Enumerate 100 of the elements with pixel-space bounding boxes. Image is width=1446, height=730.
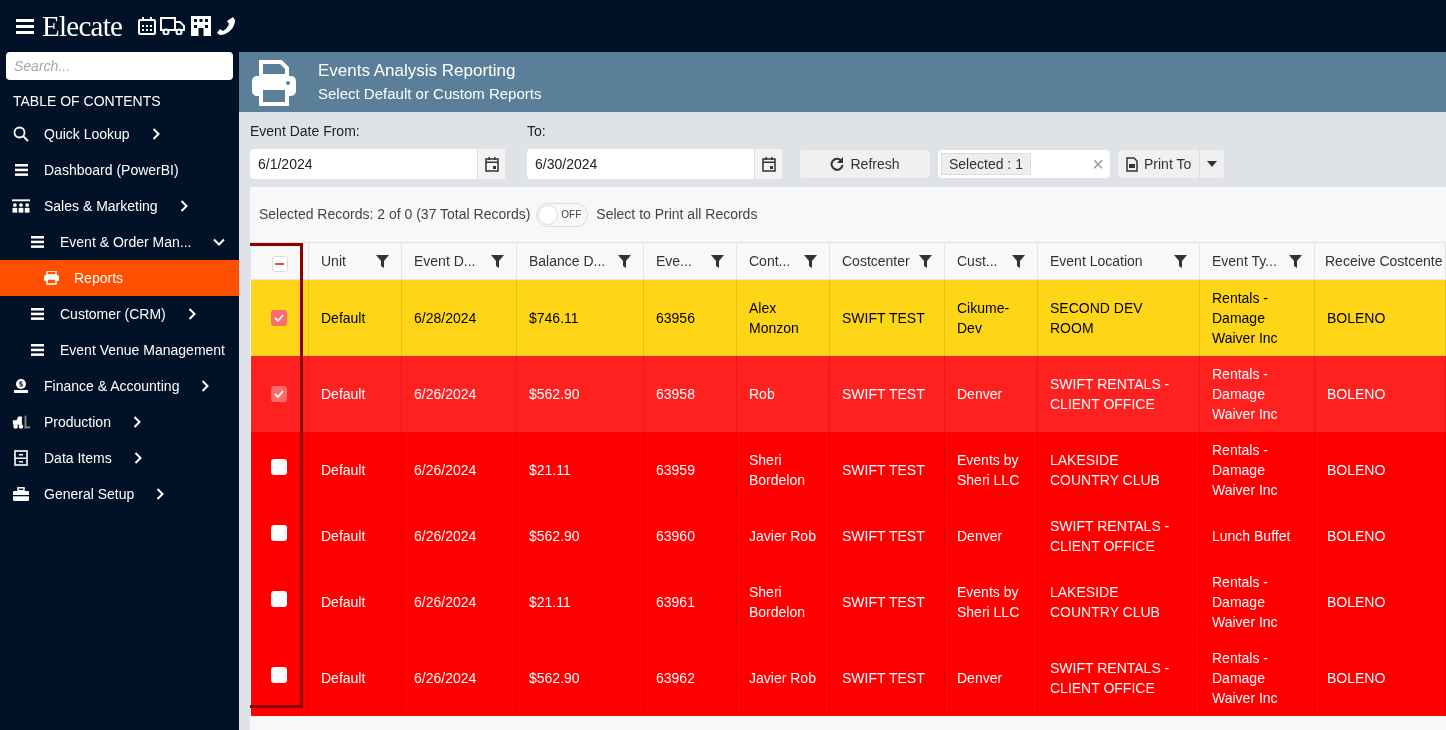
sidebar-heading: TABLE OF CONTENTS	[12, 92, 162, 111]
brand-logo[interactable]: Elecate	[42, 11, 123, 41]
table-row[interactable]: Default 6/26/2024 $21.11 63959 Sheri Bordelon SWIFT TEST Events by Sheri LLC LAKESIDE COUNTRY CLUB Rentals - Damage Waiver Inc BOLENO	[250, 431, 1446, 508]
search-field[interactable]: Search...	[6, 52, 233, 80]
table-cell: LAKESIDE COUNTRY CLUB	[1050, 451, 1160, 488]
field-label: To:	[527, 122, 546, 141]
selection-tag: Selected : 1	[941, 153, 1031, 175]
table-cell: $21.11	[529, 593, 571, 610]
table-cell: BOLENO	[1327, 669, 1386, 686]
table-cell: Sheri Bordelon	[749, 451, 806, 488]
table-row[interactable]: Default 6/26/2024 $562.90 63962 Javier Rob SWIFT TEST Denver SWIFT RENTALS - CLIENT OFFICE Rentals - Damage Waiver Inc BOLENO	[250, 639, 1446, 716]
menu-icon	[30, 236, 44, 248]
building-icon[interactable]	[190, 16, 213, 36]
truck-icon[interactable]	[160, 17, 187, 35]
filter-icon[interactable]	[376, 254, 389, 268]
table-cell: $21.11	[529, 461, 571, 478]
sidebar-item[interactable]: Production	[0, 404, 239, 440]
checkbox[interactable]	[271, 666, 288, 683]
table-cell: BOLENO	[1327, 385, 1386, 402]
sidebar-item[interactable]: Quick Lookup	[0, 116, 239, 152]
table-cell: Default	[321, 385, 366, 402]
table-cell: Alex Monzon	[749, 299, 799, 336]
table-cell: Javier Rob	[749, 527, 816, 544]
table-row[interactable]: Default 6/28/2024 $746.11 63956 Alex Monzon SWIFT TEST Cikume-Dev SECOND DEV ROOM Rentals - Damage Waiver Inc BOLENO	[250, 279, 1446, 356]
page-subtitle: Select Default or Custom Reports	[318, 84, 542, 104]
printer-icon	[43, 271, 59, 285]
table-row[interactable]: Default 6/26/2024 $562.90 63958 Rob SWIFT TEST Denver SWIFT RENTALS - CLIENT OFFICE Rentals - Damage Waiver Inc BOLENO	[250, 355, 1446, 432]
menu-icon[interactable]	[16, 18, 34, 34]
selection-field[interactable]: Selected : 1 ×	[938, 150, 1110, 178]
table-cell: SWIFT RENTALS - CLIENT OFFICE	[1050, 375, 1170, 412]
table-cell: 6/28/2024	[414, 309, 477, 326]
checkbox[interactable]	[271, 256, 288, 272]
sidebar-item[interactable]: Customer (CRM)	[0, 296, 239, 332]
sidebar-item[interactable]: Sales & Marketing	[0, 188, 239, 224]
people-icon	[12, 199, 30, 213]
toolbox-icon	[13, 487, 29, 501]
table-cell: 63962	[656, 669, 695, 686]
refresh-icon	[830, 157, 845, 171]
table-cell: Default	[321, 669, 366, 686]
table-cell: LAKESIDE COUNTRY CLUB	[1050, 583, 1160, 620]
checkbox[interactable]	[271, 386, 288, 402]
minus-icon	[275, 263, 284, 265]
table-cell: SWIFT RENTALS - CLIENT OFFICE	[1050, 659, 1170, 696]
table-row[interactable]: Default 6/26/2024 $21.11 63961 Sheri Bordelon SWIFT TEST Events by Sheri LLC LAKESIDE COUNTRY CLUB Rentals - Damage Waiver Inc BOLENO	[250, 563, 1446, 640]
table-cell: Rentals - Damage Waiver Inc	[1212, 365, 1278, 422]
checkbox[interactable]	[271, 590, 288, 607]
column-header[interactable]: Unit	[321, 250, 346, 272]
date-field[interactable]: 6/30/2024	[527, 149, 782, 179]
filter-icon[interactable]	[919, 254, 932, 268]
sidebar-item[interactable]: Dashboard (PowerBI)	[0, 152, 239, 188]
filter-icon[interactable]	[491, 254, 504, 268]
field-label: Event Date From:	[250, 122, 361, 141]
sidebar-item[interactable]: Finance & Accounting	[0, 368, 239, 404]
toggle-caption: Select to Print all Records	[596, 205, 758, 224]
sidebar-item[interactable]: Event Venue Management	[0, 332, 239, 368]
cabinet-icon	[14, 450, 28, 466]
filter-icon[interactable]	[804, 254, 817, 268]
filter-icon[interactable]	[711, 254, 724, 268]
table-cell: $746.11	[529, 309, 579, 326]
filter-icon[interactable]	[1289, 254, 1302, 268]
forklift-icon	[12, 414, 30, 430]
table-cell: Default	[321, 593, 366, 610]
table-cell: SWIFT TEST	[842, 593, 925, 610]
checkbox[interactable]	[271, 310, 288, 327]
table-cell: Default	[321, 461, 366, 478]
table-cell: SWIFT TEST	[842, 385, 925, 402]
document-icon	[1126, 156, 1138, 172]
table-cell: SWIFT TEST	[842, 309, 925, 326]
table-cell: $562.90	[529, 527, 580, 544]
checkbox[interactable]	[271, 524, 288, 541]
table-cell: SWIFT TEST	[842, 669, 925, 686]
caret-icon	[1207, 161, 1218, 167]
filter-icon[interactable]	[1012, 254, 1025, 268]
date-field[interactable]: 6/1/2024	[250, 149, 505, 179]
refresh-button[interactable]: Refresh	[800, 150, 930, 178]
table-cell: Denver	[957, 527, 1003, 544]
table-cell: Cikume-Dev	[957, 299, 1010, 336]
table-cell: Rentals - Damage Waiver Inc	[1212, 441, 1278, 498]
sidebar-item[interactable]: Data Items	[0, 440, 239, 476]
filter-icon[interactable]	[1174, 254, 1187, 268]
checkmark-icon	[274, 314, 285, 323]
table-cell: BOLENO	[1327, 593, 1386, 610]
table-cell: Default	[321, 309, 366, 326]
menu-icon	[14, 164, 28, 176]
table-cell: 6/26/2024	[414, 461, 477, 478]
table-row[interactable]: Default 6/26/2024 $562.90 63960 Javier Rob SWIFT TEST Denver SWIFT RENTALS - CLIENT OFFICE Lunch Buffet BOLENO	[250, 507, 1446, 564]
calendar-icon[interactable]	[761, 156, 776, 172]
table-cell: Default	[321, 527, 366, 544]
checkbox[interactable]	[271, 458, 288, 475]
table-cell: $562.90	[529, 669, 580, 686]
table-cell: Denver	[957, 385, 1003, 402]
table-cell: Events by Sheri LLC	[957, 451, 1020, 488]
calendar-icon[interactable]	[138, 17, 157, 35]
filter-icon[interactable]	[618, 254, 631, 268]
phone-icon[interactable]	[216, 16, 237, 36]
sidebar-item[interactable]: Event & Order Man...	[0, 224, 239, 260]
calendar-icon[interactable]	[484, 156, 499, 172]
sidebar-item[interactable]: General Setup	[0, 476, 239, 512]
table-cell: 63961	[656, 593, 695, 610]
table-cell: Rentals - Damage Waiver Inc	[1212, 573, 1278, 630]
